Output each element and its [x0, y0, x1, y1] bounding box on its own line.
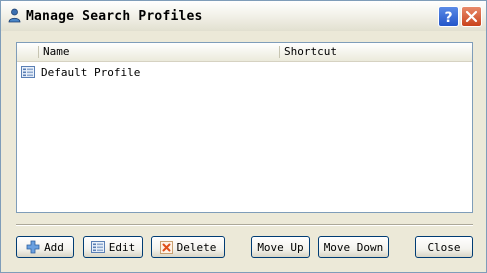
- plus-icon: [26, 240, 40, 254]
- close-window-button[interactable]: [461, 6, 482, 27]
- close-icon: [465, 10, 478, 23]
- column-header-name[interactable]: Name: [39, 43, 279, 61]
- move-down-button[interactable]: Move Down: [318, 236, 389, 258]
- help-icon: ?: [444, 10, 452, 26]
- delete-button[interactable]: Delete: [151, 236, 225, 258]
- profiles-list[interactable]: Name Shortcut Default Profile: [16, 42, 473, 213]
- edit-button[interactable]: Edit: [83, 236, 143, 258]
- move-up-button[interactable]: Move Up: [251, 236, 310, 258]
- person-icon: [7, 8, 22, 23]
- profile-name: Default Profile: [41, 66, 141, 79]
- close-button-label: Close: [427, 240, 461, 254]
- column-header-icon[interactable]: [17, 43, 39, 61]
- list-header: Name Shortcut: [17, 43, 472, 62]
- title-bar[interactable]: Manage Search Profiles ?: [1, 1, 486, 31]
- list-item[interactable]: Default Profile: [17, 64, 472, 81]
- divider: [16, 224, 473, 226]
- add-button[interactable]: Add: [16, 236, 74, 258]
- help-button[interactable]: ?: [438, 6, 459, 27]
- svg-text:?: ?: [444, 10, 452, 26]
- profile-list-icon: [21, 66, 35, 78]
- move-down-button-label: Move Down: [323, 240, 384, 254]
- list-edit-icon: [90, 241, 105, 253]
- edit-button-label: Edit: [108, 240, 136, 254]
- close-button[interactable]: Close: [415, 236, 473, 258]
- add-button-label: Add: [44, 240, 64, 254]
- manage-search-profiles-window: Manage Search Profiles ? Name Shortcut D…: [0, 0, 487, 273]
- delete-button-label: Delete: [176, 240, 217, 254]
- column-header-shortcut[interactable]: Shortcut: [280, 43, 472, 61]
- window-title: Manage Search Profiles: [26, 9, 203, 24]
- delete-x-icon: [159, 240, 173, 254]
- move-up-button-label: Move Up: [257, 240, 304, 254]
